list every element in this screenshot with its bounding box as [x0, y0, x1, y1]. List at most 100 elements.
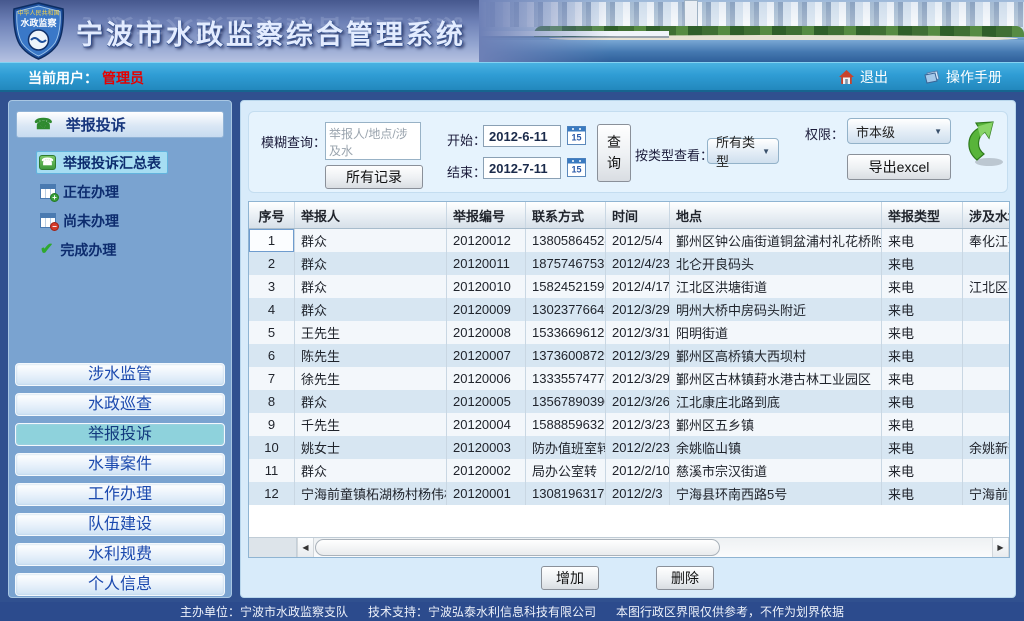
table-row[interactable]: 9千先生20120004158885963252012/3/23鄞州区五乡镇来电 [249, 413, 1009, 436]
end-date-input[interactable] [483, 157, 561, 179]
table-cell[interactable] [963, 252, 1009, 275]
column-header[interactable]: 序号 [249, 202, 295, 228]
table-cell[interactable]: 鄞州区五乡镇 [670, 413, 882, 436]
tree-item-completed[interactable]: ✔ 完成办理 [38, 238, 122, 261]
table-cell[interactable]: 群众 [295, 459, 447, 482]
table-cell[interactable] [963, 459, 1009, 482]
table-cell[interactable]: 15824521597 [526, 275, 606, 298]
table-cell[interactable]: 20120010 [447, 275, 526, 298]
type-filter-select[interactable]: 所有类型 ▼ [707, 138, 779, 164]
sidebar-section-complaints[interactable]: ☎ 举报投诉 [16, 111, 224, 138]
table-cell[interactable]: 千先生 [295, 413, 447, 436]
table-cell[interactable]: 陈先生 [295, 344, 447, 367]
table-cell[interactable]: 奉化江礼 [963, 229, 1009, 252]
table-cell[interactable]: 徐先生 [295, 367, 447, 390]
table-cell[interactable]: 18757467537 [526, 252, 606, 275]
table-row[interactable]: 3群众20120010158245215972012/4/17江北区洪塘街道来电… [249, 275, 1009, 298]
table-cell[interactable]: 鄞州区钟公庙街道铜盆浦村礼花桥附近 [670, 229, 882, 252]
table-row[interactable]: 1群众20120012138058645282012/5/4鄞州区钟公庙街道铜盆… [249, 229, 1009, 252]
table-cell[interactable]: 13023776649 [526, 298, 606, 321]
table-cell[interactable]: 王先生 [295, 321, 447, 344]
table-cell[interactable]: 群众 [295, 298, 447, 321]
add-button[interactable]: 增加 [541, 566, 599, 590]
tree-item-complaint-summary[interactable]: ☎ 举报投诉汇总表 [36, 151, 168, 174]
table-cell[interactable]: 20120011 [447, 252, 526, 275]
table-row[interactable]: 4群众20120009130237766492012/3/29明州大桥中房码头附… [249, 298, 1009, 321]
table-cell[interactable]: 来电 [882, 298, 963, 321]
logout-button[interactable]: 退出 [839, 67, 888, 87]
table-cell[interactable]: 江北康庄北路到底 [670, 390, 882, 413]
refresh-icon[interactable] [963, 116, 1007, 172]
row-index-cell[interactable]: 9 [249, 413, 295, 436]
table-cell[interactable]: 群众 [295, 229, 447, 252]
tree-item-not-processed[interactable]: − 尚未办理 [38, 209, 125, 232]
table-row[interactable]: 2群众20120011187574675372012/4/23北仑开良码头来电 [249, 252, 1009, 275]
tree-item-in-progress[interactable]: + 正在办理 [38, 180, 125, 203]
row-index-cell[interactable]: 2 [249, 252, 295, 275]
table-cell[interactable]: 20120007 [447, 344, 526, 367]
sidebar-nav-item-7[interactable]: 个人信息 [15, 573, 225, 596]
sidebar-nav-item-6[interactable]: 水利规费 [15, 543, 225, 566]
table-cell[interactable]: 13335574778 [526, 367, 606, 390]
table-cell[interactable]: 20120002 [447, 459, 526, 482]
column-header[interactable]: 地点 [670, 202, 882, 228]
table-cell[interactable]: 慈溪市宗汉街道 [670, 459, 882, 482]
row-index-cell[interactable]: 1 [249, 229, 295, 252]
table-cell[interactable]: 鄞州区高桥镇大西坝村 [670, 344, 882, 367]
table-cell[interactable]: 20120004 [447, 413, 526, 436]
table-cell[interactable]: 20120006 [447, 367, 526, 390]
table-cell[interactable]: 来电 [882, 321, 963, 344]
table-cell[interactable] [963, 413, 1009, 436]
table-cell[interactable]: 13567890390 [526, 390, 606, 413]
table-cell[interactable]: 阳明街道 [670, 321, 882, 344]
table-cell[interactable]: 20120012 [447, 229, 526, 252]
table-cell[interactable]: 2012/3/29 [606, 367, 670, 390]
table-cell[interactable]: 20120003 [447, 436, 526, 459]
fuzzy-query-input[interactable] [325, 122, 421, 160]
table-row[interactable]: 5王先生20120008153366961212012/3/31阳明街道来电 [249, 321, 1009, 344]
table-cell[interactable] [963, 298, 1009, 321]
permission-select[interactable]: 市本级 ▼ [847, 118, 951, 144]
table-cell[interactable]: 2012/4/23 [606, 252, 670, 275]
table-cell[interactable]: 防办值班室转 [526, 436, 606, 459]
table-cell[interactable]: 鄞州区古林镇葑水港古林工业园区 [670, 367, 882, 390]
scroll-right-button[interactable]: ▶ [992, 538, 1009, 557]
table-cell[interactable]: 江北区宅 [963, 275, 1009, 298]
column-header[interactable]: 联系方式 [526, 202, 606, 228]
column-header[interactable]: 举报编号 [447, 202, 526, 228]
scrollbar-track[interactable] [314, 538, 992, 557]
calendar-icon[interactable]: 15 [567, 157, 586, 177]
delete-button[interactable]: 删除 [656, 566, 714, 590]
table-cell[interactable]: 来电 [882, 436, 963, 459]
row-index-cell[interactable]: 10 [249, 436, 295, 459]
all-records-button[interactable]: 所有记录 [325, 165, 423, 189]
table-cell[interactable]: 2012/3/23 [606, 413, 670, 436]
table-cell[interactable]: 群众 [295, 275, 447, 298]
table-cell[interactable]: 局办公室转 [526, 459, 606, 482]
sidebar-nav-item-4[interactable]: 工作办理 [15, 483, 225, 506]
scrollbar-thumb[interactable] [315, 539, 720, 556]
table-row[interactable]: 12宁海前童镇柘湖杨村杨伟林20120001130819631762012/2/… [249, 482, 1009, 505]
table-cell[interactable]: 2012/4/17 [606, 275, 670, 298]
table-cell[interactable]: 群众 [295, 252, 447, 275]
sidebar-nav-item-5[interactable]: 队伍建设 [15, 513, 225, 536]
sidebar-nav-item-2[interactable]: 举报投诉 [15, 423, 225, 446]
table-cell[interactable]: 2012/2/10 [606, 459, 670, 482]
table-cell[interactable]: 2012/3/29 [606, 298, 670, 321]
table-cell[interactable]: 13736008729 [526, 344, 606, 367]
table-cell[interactable]: 20120001 [447, 482, 526, 505]
table-cell[interactable]: 宁海前溪 [963, 482, 1009, 505]
table-row[interactable]: 8群众20120005135678903902012/3/26江北康庄北路到底来… [249, 390, 1009, 413]
table-cell[interactable]: 姚女士 [295, 436, 447, 459]
table-cell[interactable]: 2012/2/3 [606, 482, 670, 505]
table-cell[interactable] [963, 367, 1009, 390]
table-cell[interactable]: 来电 [882, 390, 963, 413]
row-index-cell[interactable]: 7 [249, 367, 295, 390]
table-cell[interactable]: 2012/3/31 [606, 321, 670, 344]
table-cell[interactable]: 群众 [295, 390, 447, 413]
row-index-cell[interactable]: 3 [249, 275, 295, 298]
table-cell[interactable]: 15336696121 [526, 321, 606, 344]
table-row[interactable]: 11群众20120002局办公室转2012/2/10慈溪市宗汉街道来电 [249, 459, 1009, 482]
row-index-cell[interactable]: 11 [249, 459, 295, 482]
table-row[interactable]: 6陈先生20120007137360087292012/3/29鄞州区高桥镇大西… [249, 344, 1009, 367]
